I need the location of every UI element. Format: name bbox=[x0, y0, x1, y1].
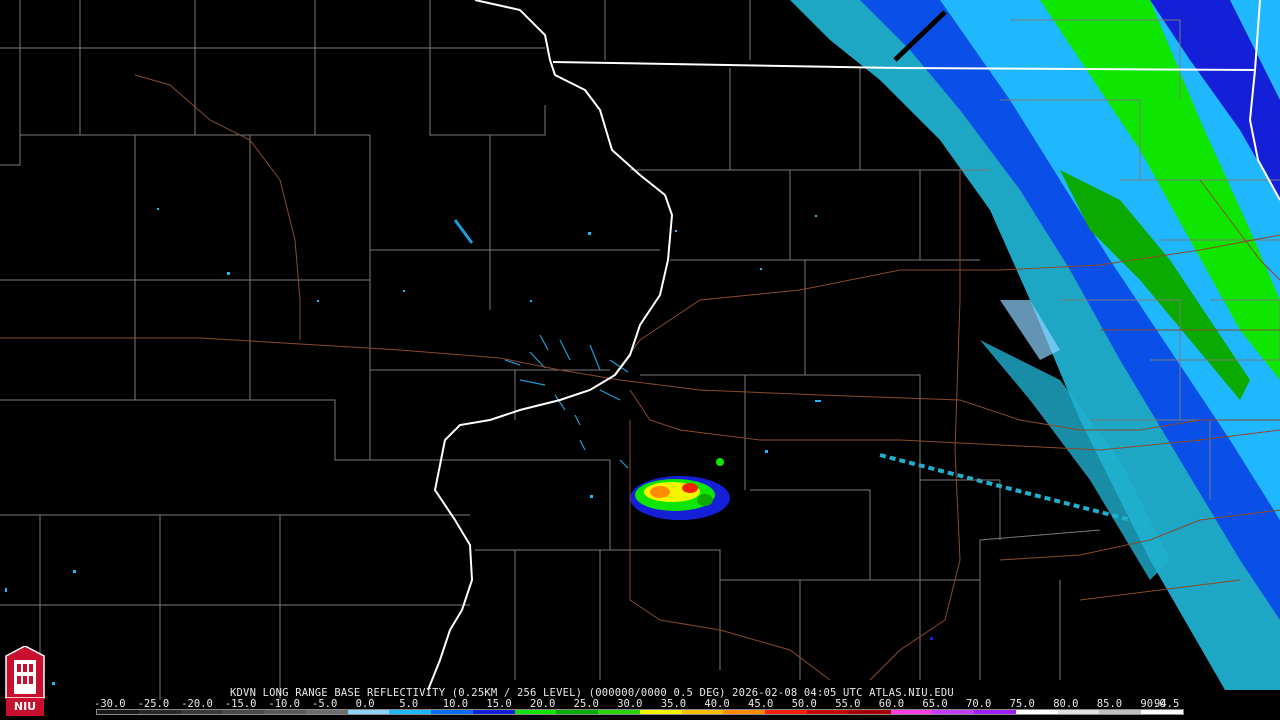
colorbar-segment bbox=[932, 710, 975, 714]
colorbar-segment bbox=[138, 710, 181, 714]
colorbar-segment bbox=[264, 710, 306, 714]
colorbar-segment bbox=[1099, 710, 1142, 714]
reflectivity-colorbar bbox=[96, 709, 1184, 715]
colorbar-segment bbox=[389, 710, 432, 714]
colorbar-segment bbox=[97, 710, 139, 714]
colorbar-segment bbox=[222, 710, 265, 714]
colorbar-segment bbox=[472, 710, 515, 714]
colorbar-segment bbox=[1141, 710, 1183, 714]
logo-text: NIU bbox=[13, 700, 37, 713]
colorbar-segment bbox=[723, 710, 766, 714]
colorbar-segment bbox=[974, 710, 1016, 714]
colorbar-segment bbox=[180, 710, 223, 714]
colorbar-segment bbox=[681, 710, 724, 714]
colorbar-segment bbox=[431, 710, 473, 714]
colorbar-segment bbox=[347, 710, 390, 714]
colorbar-segment bbox=[1057, 710, 1100, 714]
colorbar-segment bbox=[514, 710, 557, 714]
colorbar-segment bbox=[1015, 710, 1058, 714]
colorbar-segment bbox=[890, 710, 933, 714]
colorbar-segment bbox=[807, 710, 849, 714]
colorbar-segment bbox=[305, 710, 348, 714]
radar-map bbox=[0, 0, 1280, 720]
colorbar-segment bbox=[848, 710, 891, 714]
colorbar-segment bbox=[765, 710, 808, 714]
colorbar-segment bbox=[556, 710, 599, 714]
colorbar-segment bbox=[639, 710, 682, 714]
colorbar-segment bbox=[598, 710, 640, 714]
